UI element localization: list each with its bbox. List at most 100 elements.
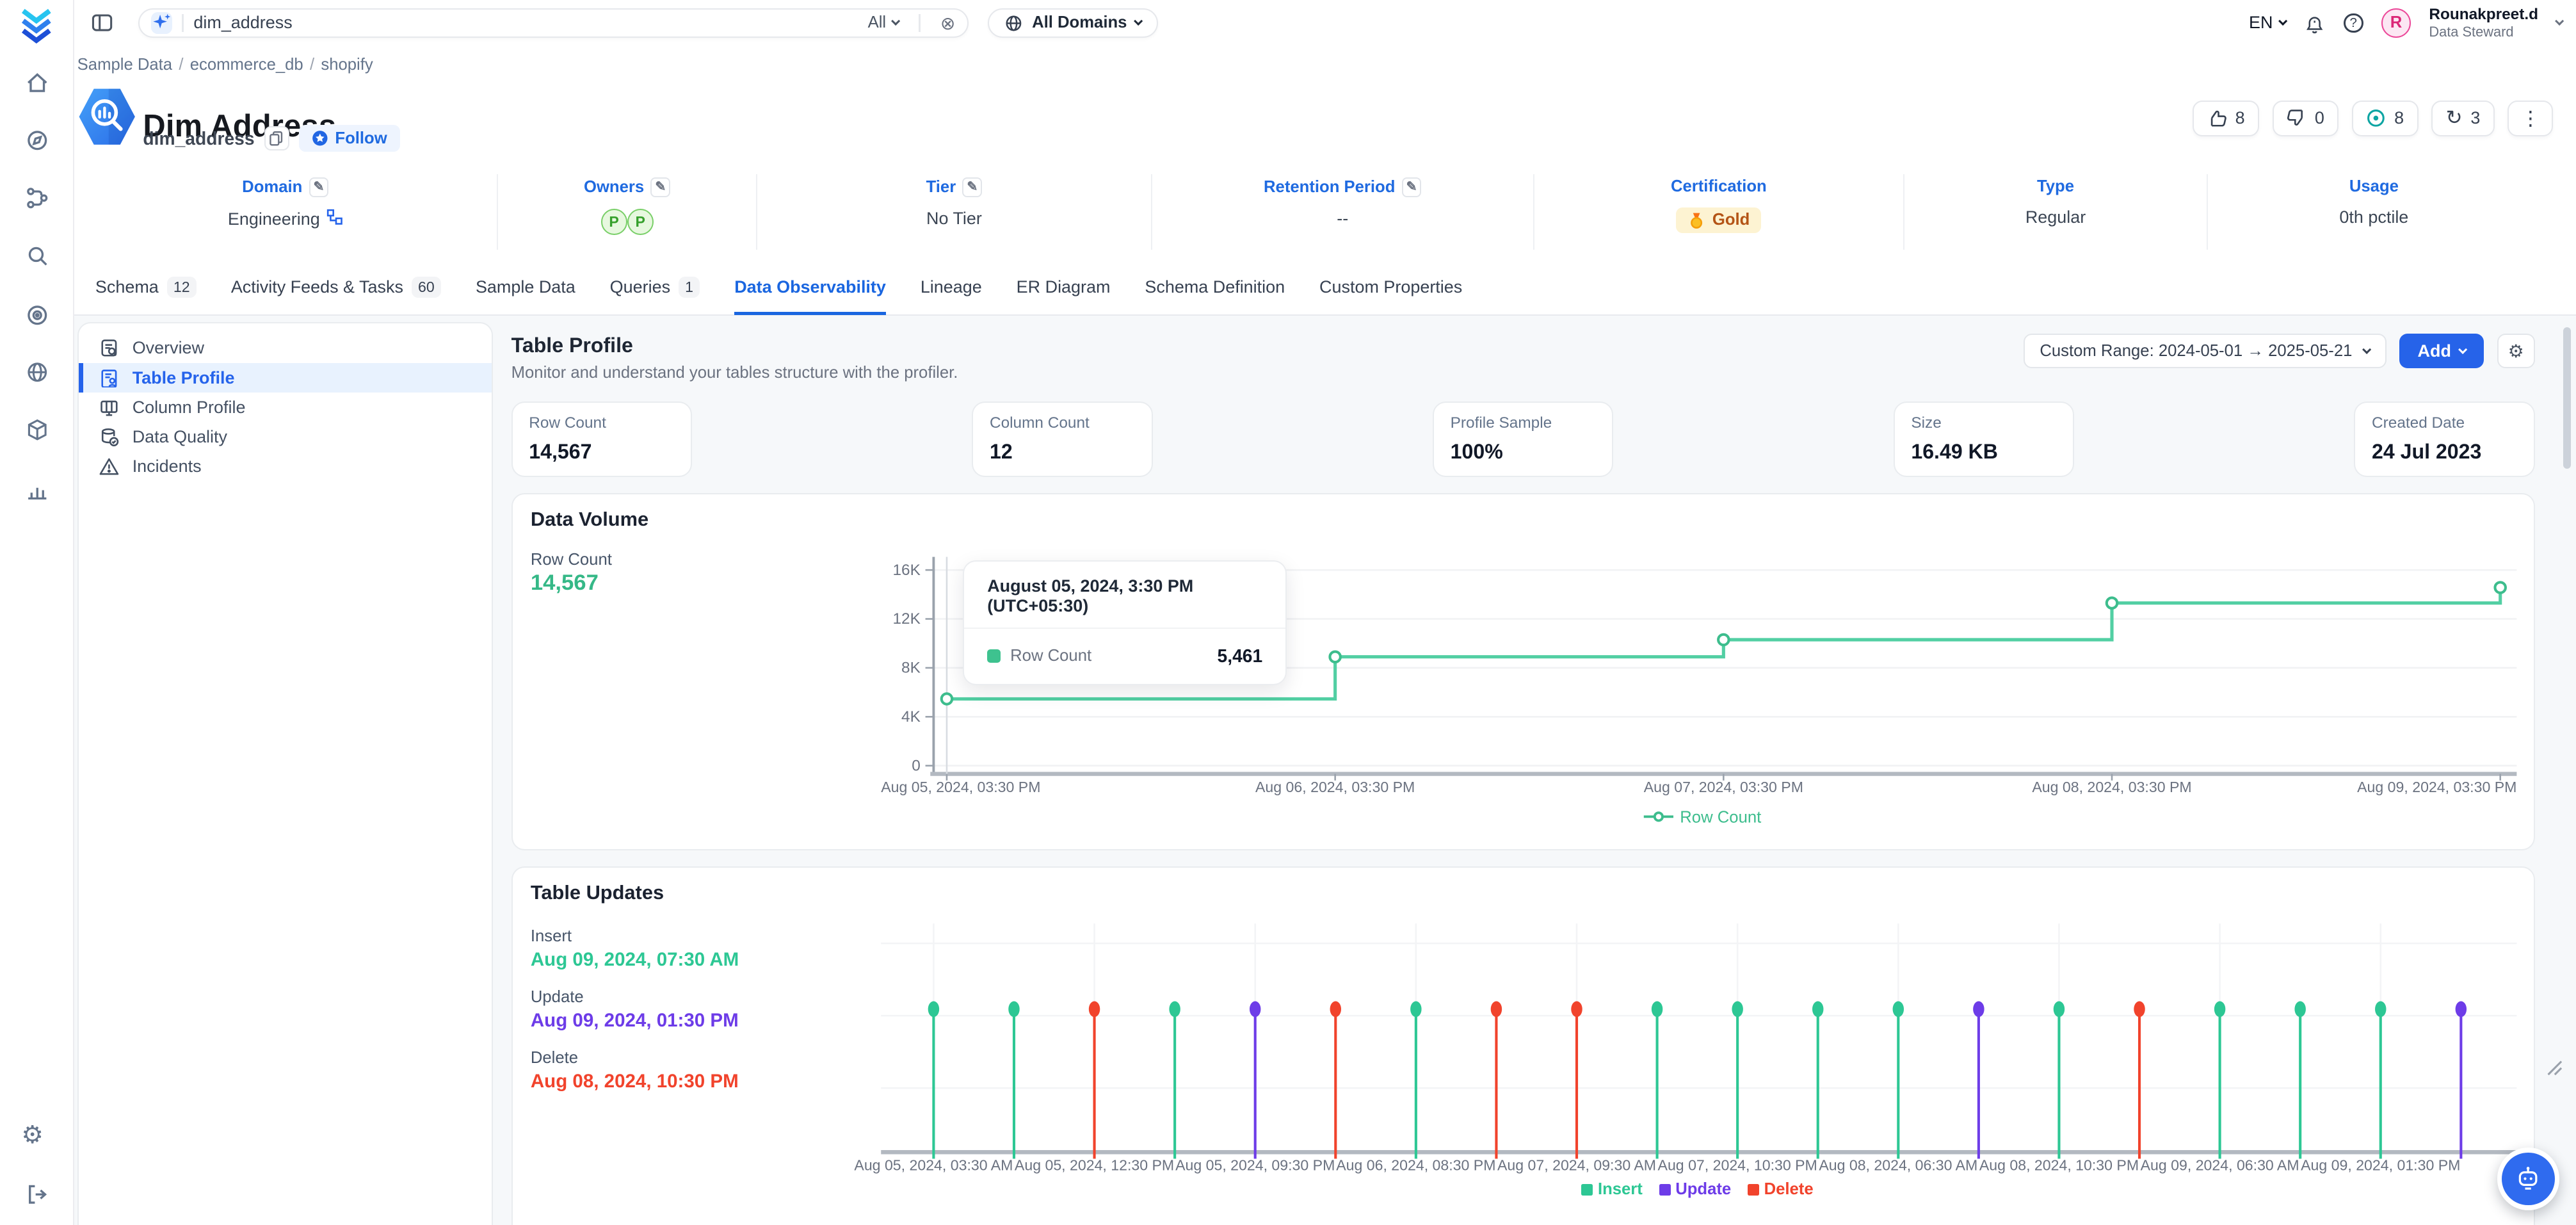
data-volume-chart[interactable]: 04K8K12K16KAug 05, 2024, 03:30 PMAug 06,… [513,494,2536,851]
explore-icon[interactable] [25,128,50,153]
owner-avatar[interactable]: P [627,209,654,235]
tab-schema-definition[interactable]: Schema Definition [1145,263,1285,316]
search-icon[interactable] [25,243,50,268]
table-updates-chart[interactable]: Aug 05, 2024, 03:30 AMAug 05, 2024, 12:3… [513,868,2536,1225]
side-menu-item-column-profile[interactable]: Column Profile [79,393,492,422]
card-value: 100% [1451,440,1596,464]
tab-data-observability[interactable]: Data Observability [734,263,886,316]
svg-text:Aug 05, 2024, 09:30 PM: Aug 05, 2024, 09:30 PM [1175,1157,1335,1174]
date-range-dropdown[interactable]: Custom Range: 2024-05-01 → 2025-05-21 [2024,334,2387,368]
side-menu-item-table-profile[interactable]: Table Profile [79,363,492,393]
breadcrumb-item-ecommerce-db[interactable]: ecommerce_db [190,56,303,74]
card-label: Row Count [529,414,674,432]
language-dropdown[interactable]: EN [2249,13,2286,33]
column-profile-icon [99,398,119,418]
legend-label: Delete [1764,1180,1814,1199]
svg-text:Aug 07, 2024, 03:30 PM: Aug 07, 2024, 03:30 PM [1643,779,1803,795]
breadcrumb-item-shopify[interactable]: shopify [321,56,373,74]
upvote-button[interactable]: 8 [2193,101,2259,136]
tab-er-diagram[interactable]: ER Diagram [1017,263,1111,316]
downvote-button[interactable]: 0 [2273,101,2339,136]
medal-icon [1687,211,1705,229]
domains-icon[interactable] [25,360,50,385]
help-icon[interactable]: ? [2344,13,2363,33]
breadcrumb: Sample Data/ecommerce_db/shopify [77,56,373,74]
data-quality-icon [99,427,119,447]
openmetadata-logo-icon[interactable] [17,5,56,45]
side-menu-item-incidents[interactable]: Incidents [79,452,492,482]
global-search-input[interactable]: dim_address All ⊗ [138,8,969,38]
side-menu-item-data-quality[interactable]: Data Quality [79,422,492,451]
versions-button[interactable]: ↻3 [2431,101,2495,136]
svg-text:Aug 08, 2024, 06:30 AM: Aug 08, 2024, 06:30 AM [1819,1157,1977,1174]
tab-schema[interactable]: Schema12 [95,263,197,316]
profiler-settings-button[interactable]: ⚙ [2497,334,2535,368]
section-title: Table Profile [511,334,633,357]
legend-item-update[interactable]: Update [1659,1180,1732,1199]
metadata-value: -- [1337,209,1348,229]
metadata-tier: Tier✎No Tier [757,174,1152,250]
metadata-label: Owners✎ [584,177,670,197]
breadcrumb-item-sample-data[interactable]: Sample Data [77,56,172,74]
data-volume-panel: Data Volume Row Count 14,567 04K8K12K16K… [511,493,2535,850]
edit-owners-button[interactable]: ✎ [650,177,670,197]
followers-button[interactable]: 8 [2352,101,2419,136]
all-domains-dropdown[interactable]: All Domains [988,8,1157,38]
edit-domain-button[interactable]: ✎ [309,177,329,197]
summary-card-size: Size16.49 KB [1894,402,2074,477]
tab-sample-data[interactable]: Sample Data [476,263,576,316]
legend-item-insert[interactable]: Insert [1581,1180,1643,1199]
follow-button[interactable]: Follow [299,125,400,152]
search-scope-dropdown[interactable]: All [868,13,899,32]
owner-avatar[interactable]: P [601,209,627,235]
user-avatar[interactable]: R [2381,8,2411,38]
tab-lineage[interactable]: Lineage [921,263,982,316]
user-name: Rounakpreet.d [2429,6,2538,24]
insights-icon[interactable] [25,477,50,502]
search-value: dim_address [193,13,867,33]
svg-text:Aug 07, 2024, 10:30 PM: Aug 07, 2024, 10:30 PM [1657,1157,1817,1174]
tab-custom-properties[interactable]: Custom Properties [1319,263,1462,316]
svg-text:12K: 12K [892,611,920,628]
metadata-label: Type [2037,177,2074,196]
add-button[interactable]: Add [2399,334,2484,368]
tab-activity-feeds-tasks[interactable]: Activity Feeds & Tasks60 [231,263,441,316]
notifications-bell-icon[interactable] [2304,12,2325,33]
copy-icon[interactable] [264,126,289,151]
tab-queries[interactable]: Queries1 [610,263,700,316]
card-label: Column Count [990,414,1135,432]
observability-content: OverviewTable ProfileColumn ProfileData … [74,316,2576,1225]
sidebar-toggle-icon[interactable] [89,10,115,36]
legend-label: Update [1675,1180,1731,1199]
metadata-value: Engineering [228,209,343,230]
table-updates-legend: Insert Update Delete [881,1180,2514,1199]
svg-text:16K: 16K [892,562,920,579]
side-menu-item-overview[interactable]: Overview [79,334,492,363]
observability-icon[interactable] [25,303,50,328]
svg-text:4K: 4K [901,708,921,726]
certification-badge: Gold [1676,207,1761,232]
resize-handle-icon[interactable] [2547,1053,2563,1069]
version-history-icon: ↻ [2446,108,2463,128]
lineage-icon[interactable] [25,186,50,211]
legend-item-delete[interactable]: Delete [1748,1180,1814,1199]
user-menu-chevron-icon[interactable] [2555,17,2564,26]
legend-swatch [1748,1184,1759,1196]
more-options-button[interactable]: ⋮ [2508,101,2553,136]
edit-tier-button[interactable]: ✎ [962,177,982,197]
metadata-domain: Domain✎Engineering [74,174,498,250]
user-info[interactable]: Rounakpreet.d Data Steward [2429,6,2538,40]
data-products-icon[interactable] [25,418,50,442]
chat-widget-button[interactable] [2497,1148,2560,1210]
metadata-usage: Usage0th pctile [2208,174,2540,250]
home-icon[interactable] [25,70,50,95]
summary-card-profile-sample: Profile Sample100% [1433,402,1613,477]
logout-icon[interactable] [25,1182,50,1207]
edit-retention-period-button[interactable]: ✎ [1402,177,1422,197]
settings-gear-icon[interactable]: ⚙ [21,1123,44,1148]
tooltip-series-swatch [987,649,1001,663]
scrollbar-thumb[interactable] [2563,327,2572,469]
overview-icon [99,338,119,358]
svg-text:Aug 05, 2024, 03:30 PM: Aug 05, 2024, 03:30 PM [881,779,1040,795]
search-clear-icon[interactable]: ⊗ [940,14,956,32]
